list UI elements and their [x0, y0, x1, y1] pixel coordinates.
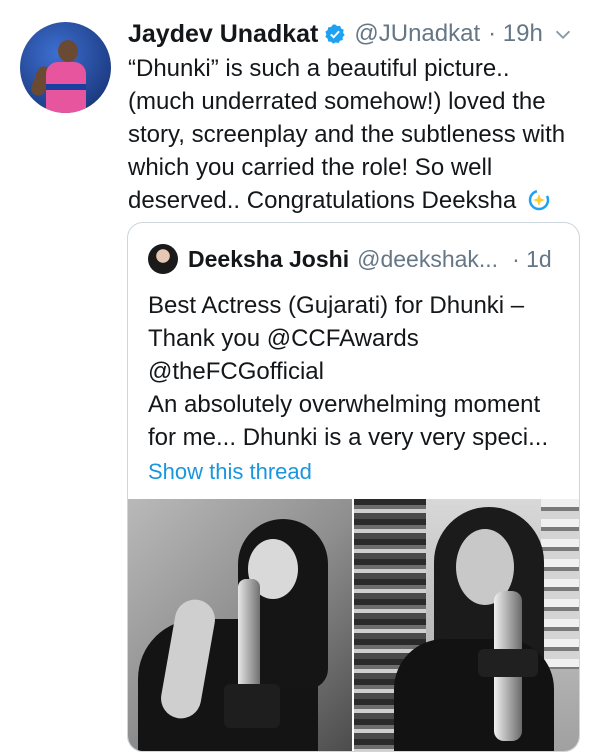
tweet-text: “Dhunki” is such a beautiful picture.. (…: [128, 52, 580, 217]
quoted-tweet-header: Deeksha Joshi @deekshak... · 1d: [148, 243, 552, 275]
tweet-line: story, screenplay and the subtleness wit…: [128, 121, 566, 148]
quoted-photos: [128, 499, 579, 751]
tweet-time[interactable]: · 19h: [488, 20, 543, 48]
quoted-author-handle[interactable]: @deekshak...: [357, 246, 498, 273]
chevron-down-icon[interactable]: [552, 24, 574, 46]
tweet-line: which you carried the role! So well: [128, 154, 493, 181]
tweet-header: Jaydev Unadkat @JUnadkat · 19h: [128, 16, 580, 52]
quoted-line: for me... Dhunki is a very very speci...: [148, 424, 549, 451]
sparkle-emoji-icon: [528, 189, 550, 211]
quoted-line: Thank you @CCFAwards: [148, 325, 419, 352]
quoted-tweet-text: Best Actress (Gujarati) for Dhunki – Tha…: [148, 289, 568, 454]
tweet-line-last: deserved.. Congratulations Deeksha: [128, 184, 580, 217]
tweet-line: (much underrated somehow!) loved the: [128, 88, 546, 115]
quoted-author-avatar[interactable]: [148, 244, 178, 274]
author-name[interactable]: Jaydev Unadkat: [128, 20, 318, 49]
tweet-line-text: deserved.. Congratulations Deeksha: [128, 187, 517, 214]
verified-badge-icon: [325, 24, 345, 44]
show-thread-link[interactable]: Show this thread: [148, 459, 312, 485]
quoted-tweet-card[interactable]: Deeksha Joshi @deekshak... · 1d Best Act…: [127, 222, 580, 752]
author-avatar[interactable]: [20, 22, 111, 113]
tweet-line: “Dhunki” is such a beautiful picture..: [128, 55, 510, 82]
quoted-tweet-time[interactable]: · 1d: [512, 246, 552, 273]
award-photo-2[interactable]: [354, 499, 579, 751]
quoted-author-name[interactable]: Deeksha Joshi: [188, 246, 349, 273]
quoted-line: An absolutely overwhelming moment: [148, 391, 541, 418]
award-photo-1[interactable]: [128, 499, 352, 751]
author-handle[interactable]: @JUnadkat: [354, 20, 480, 48]
quoted-line: Best Actress (Gujarati) for Dhunki –: [148, 292, 525, 319]
quoted-line: @theFCGofficial: [148, 358, 324, 385]
